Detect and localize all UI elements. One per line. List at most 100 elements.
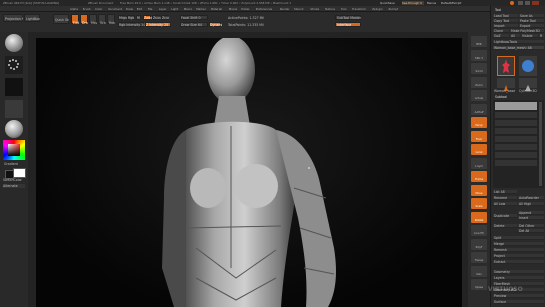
menu-item-tool[interactable]: Tool (341, 7, 351, 11)
load-tool-button[interactable]: Load Tool (493, 14, 518, 18)
menu-item-marker[interactable]: Marker (196, 7, 209, 11)
subtool-row[interactable] (495, 152, 537, 158)
quicksave-button[interactable]: QuickSave (380, 1, 400, 5)
append-button[interactable]: Append (518, 211, 544, 215)
shelf-move-button[interactable]: Move (471, 184, 487, 196)
menu-item-texture[interactable]: Texture (325, 7, 340, 11)
make-polymesh-button[interactable]: Make PolyMesh3D (510, 29, 544, 33)
shelf-rotate-button[interactable]: Rotate (471, 211, 487, 223)
lightbox-button[interactable]: LightBox (24, 14, 40, 22)
dynamic-button[interactable]: Dynamic (209, 22, 222, 27)
menu-item-light[interactable]: Light (171, 7, 183, 11)
shelf-line-fill-button[interactable]: Line Fill (471, 225, 487, 236)
surface-section[interactable]: Surface (493, 300, 544, 304)
all-button[interactable]: All (510, 34, 520, 38)
menu-item-file[interactable]: File (148, 7, 158, 11)
tool-thumb-polymesh[interactable] (519, 78, 537, 91)
shelf-polyf-button[interactable]: PolyF (471, 238, 487, 250)
list-all-button[interactable]: List 48 (493, 190, 517, 194)
shelf-aahalf-button[interactable]: AAHalf (471, 103, 487, 115)
shelf-persp-button[interactable]: Persp (471, 117, 487, 128)
shelf-frame-button[interactable]: Frame (471, 171, 487, 182)
menu-item-stencil[interactable]: Stencil (294, 7, 309, 11)
current-tool-slider[interactable]: Woman_base_mesh: 48 (493, 46, 544, 50)
shelf-bpr-button[interactable]: BPR (471, 36, 487, 47)
zadd-button[interactable]: Zadd (143, 15, 152, 20)
shelf-zoom-button[interactable]: Zoom (471, 76, 487, 88)
subtool-header[interactable]: Subtool (495, 95, 525, 99)
color-square[interactable] (8, 144, 20, 156)
zsub-button[interactable]: Zsub (152, 15, 161, 20)
menu-item-preferences[interactable]: Preferences (256, 7, 279, 11)
menu-item-brush[interactable]: Brush (83, 7, 95, 11)
tool-thumb-simplebrush[interactable] (497, 78, 515, 91)
subtool-row[interactable] (495, 144, 537, 150)
goz-button[interactable]: GoZ (493, 34, 509, 38)
minimize-icon[interactable] (518, 1, 523, 5)
extract-section[interactable]: Extract (493, 260, 544, 264)
layers-section[interactable]: Layers (493, 276, 544, 280)
import-button[interactable]: Import (493, 24, 518, 28)
r-button[interactable]: R (539, 34, 544, 38)
close-icon[interactable] (532, 1, 539, 5)
geometry-section[interactable]: Geometry (493, 270, 544, 274)
menus-button[interactable]: Menus (427, 1, 439, 5)
help-icon[interactable] (510, 1, 514, 5)
menu-item-material[interactable]: Material (211, 7, 228, 11)
copy-tool-button[interactable]: Copy Tool (493, 19, 518, 23)
save-as-button[interactable]: Save As (519, 14, 544, 18)
all-low-button[interactable]: All Low (493, 202, 517, 206)
shelf-transp-button[interactable]: Transp (471, 252, 487, 263)
maximize-icon[interactable] (525, 1, 530, 5)
visible-button[interactable]: Visible (521, 34, 538, 38)
subtool-master-button[interactable]: SubTool Master (335, 15, 361, 20)
color-picker[interactable] (3, 140, 25, 160)
gradient-label[interactable]: Gradient (4, 162, 24, 166)
delete-button[interactable]: Delete (493, 224, 517, 228)
menu-item-zscript[interactable]: Zscript (388, 7, 403, 11)
shelf-scroll-button[interactable]: Scroll (471, 63, 487, 74)
insert-button[interactable]: Insert (518, 216, 544, 220)
alpha-icon[interactable] (5, 78, 23, 96)
del-all-button[interactable]: Del All (518, 229, 544, 233)
shelf-actual-button[interactable]: Actual (471, 90, 487, 101)
export-button[interactable]: Export (519, 24, 544, 28)
menu-item-picker[interactable]: Picker (241, 7, 254, 11)
subtool-row[interactable] (495, 120, 537, 126)
shelf-local-button[interactable]: Local (471, 144, 487, 155)
shelf-scale-button[interactable]: Scale (471, 198, 487, 209)
subtool-row-active[interactable] (495, 102, 537, 110)
edit-button[interactable]: Edit (71, 14, 79, 25)
subtool-row[interactable] (495, 112, 537, 118)
zcut-button[interactable]: Zcut (161, 15, 169, 20)
rotate-button[interactable]: Rotate (107, 14, 115, 25)
del-other-button[interactable]: Del Other (518, 224, 544, 228)
switch-color-label[interactable]: SwitchColor (3, 178, 25, 182)
menu-item-layer[interactable]: Layer (159, 7, 171, 11)
menu-item-edit[interactable]: Edit (137, 7, 147, 11)
window-controls[interactable] (510, 1, 542, 5)
menu-item-macro[interactable]: Macro (184, 7, 196, 11)
menu-item-zplugin[interactable]: Zplugin (372, 7, 387, 11)
menu-item-movie[interactable]: Movie (229, 7, 241, 11)
mrgb-button[interactable]: Mrgb (118, 15, 127, 20)
focal-shift-slider[interactable]: Focal Shift 0 (180, 15, 208, 20)
default-zscript-button[interactable]: DefaultZScript (441, 1, 469, 5)
rgb-intensity-slider[interactable]: Rgb Intensity 100 (118, 22, 145, 27)
m-button[interactable]: M (136, 15, 141, 20)
material-icon[interactable] (5, 120, 23, 138)
shelf-l-sym-button[interactable]: L.Sym (471, 157, 487, 169)
menu-item-alpha[interactable]: Alpha (70, 7, 82, 11)
viewport-canvas[interactable] (36, 38, 462, 307)
split-section[interactable]: Split (493, 236, 544, 240)
remesh-section[interactable]: Remesh (493, 248, 544, 252)
quick-sketch-button[interactable]: Quick Sketch (53, 14, 69, 24)
menu-item-color[interactable]: Color (95, 7, 107, 11)
subtool-row[interactable] (495, 128, 537, 134)
duplicate-button[interactable]: Duplicate (493, 214, 517, 218)
subtool-scrollbar[interactable] (539, 102, 542, 186)
brush-icon[interactable] (5, 34, 23, 52)
preview-section[interactable]: Preview (493, 294, 544, 298)
alternate-label[interactable]: Alternate (3, 184, 25, 188)
interface-button[interactable]: Interface (335, 22, 361, 27)
